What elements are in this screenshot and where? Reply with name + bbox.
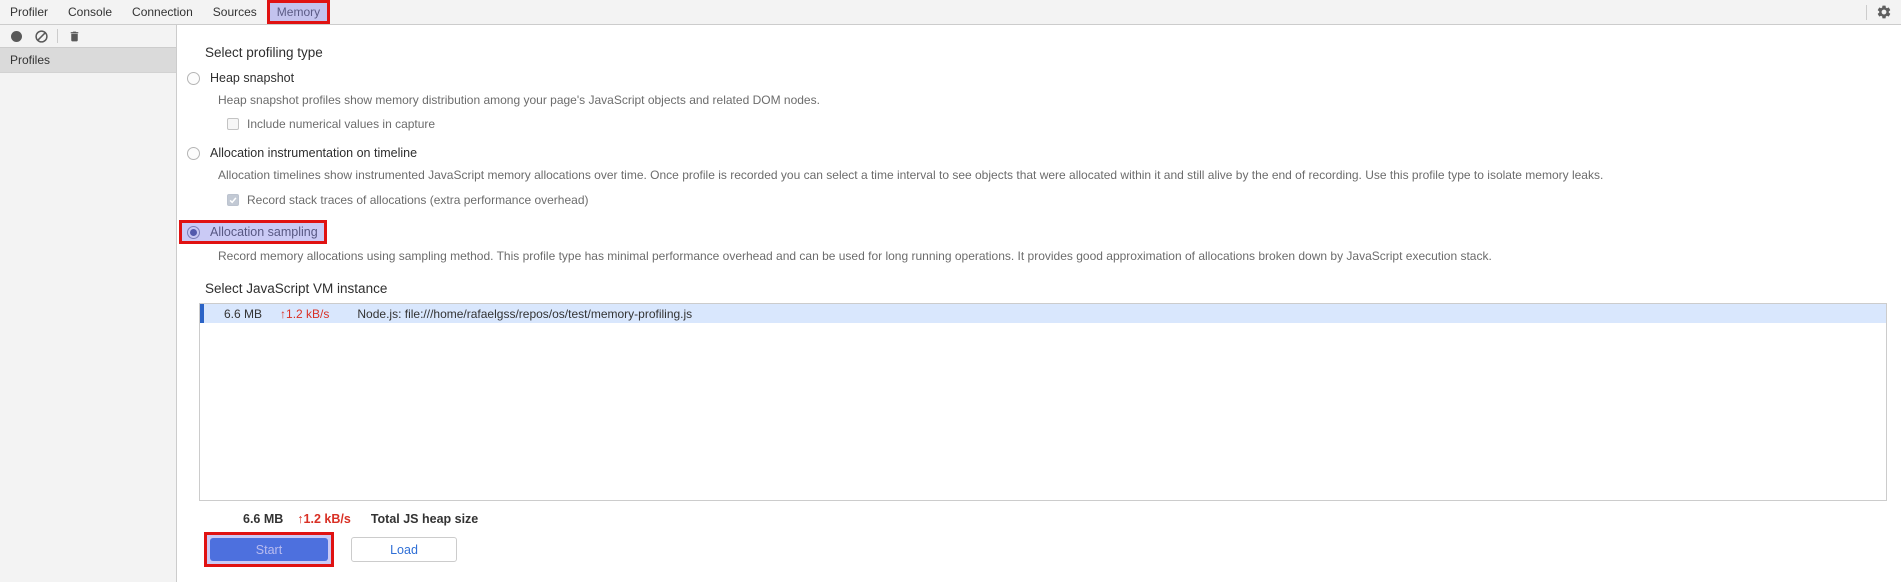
profiles-sidebar: Profiles bbox=[0, 25, 177, 582]
vm-instance-row[interactable]: 6.6 MB ↑1.2 kB/s Node.js: file:///home/r… bbox=[200, 304, 1886, 323]
total-allocation-rate: ↑1.2 kB/s bbox=[297, 512, 351, 526]
toolbar-divider bbox=[1866, 4, 1867, 20]
radio-option-allocation-instrumentation[interactable]: Allocation instrumentation on timeline bbox=[187, 146, 1887, 160]
action-buttons: Start Load bbox=[204, 532, 1887, 567]
vm-heap-size: 6.6 MB bbox=[224, 306, 263, 321]
start-button[interactable]: Start bbox=[210, 538, 328, 561]
vm-instance-list: 6.6 MB ↑1.2 kB/s Node.js: file:///home/r… bbox=[199, 303, 1887, 501]
checkbox-label[interactable]: Include numerical values in capture bbox=[247, 117, 435, 131]
load-button[interactable]: Load bbox=[351, 537, 457, 562]
record-icon[interactable] bbox=[5, 26, 27, 46]
radio-unselected-icon[interactable] bbox=[187, 146, 200, 160]
tab-memory[interactable]: Memory bbox=[266, 0, 331, 24]
total-heap-label: Total JS heap size bbox=[370, 512, 479, 526]
checkbox-record-stack-traces[interactable]: Record stack traces of allocations (extr… bbox=[227, 193, 1887, 207]
delete-icon[interactable] bbox=[63, 26, 85, 46]
tab-connection[interactable]: Connection bbox=[122, 0, 203, 24]
checkbox-label[interactable]: Record stack traces of allocations (extr… bbox=[247, 193, 589, 207]
total-heap-stats: 6.6 MB ↑1.2 kB/s Total JS heap size bbox=[243, 512, 1887, 526]
option-label[interactable]: Allocation sampling bbox=[210, 225, 318, 239]
tab-profiler[interactable]: Profiler bbox=[0, 0, 58, 24]
profiles-list-empty bbox=[0, 73, 176, 582]
option-description: Record memory allocations using sampling… bbox=[218, 249, 1492, 263]
tab-bar: Profiler Console Connection Sources Memo… bbox=[0, 0, 1901, 25]
tab-console[interactable]: Console bbox=[58, 0, 122, 24]
clear-icon[interactable] bbox=[30, 26, 52, 46]
profiles-section-header: Profiles bbox=[0, 48, 176, 73]
vm-instance-name: Node.js: file:///home/rafaelgss/repos/os… bbox=[357, 306, 693, 321]
checkbox-checked-icon[interactable] bbox=[227, 194, 239, 206]
radio-option-allocation-sampling[interactable]: Allocation sampling bbox=[179, 220, 327, 244]
devtools-window: Profiler Console Connection Sources Memo… bbox=[0, 0, 1901, 582]
memory-panel: Select profiling type Heap snapshot Heap… bbox=[177, 25, 1901, 582]
radio-selected-icon[interactable] bbox=[187, 225, 200, 239]
option-description: Allocation timelines show instrumented J… bbox=[218, 168, 1604, 182]
vm-instance-heading: Select JavaScript VM instance bbox=[205, 281, 388, 296]
option-description: Heap snapshot profiles show memory distr… bbox=[218, 93, 820, 107]
profiling-type-heading: Select profiling type bbox=[205, 45, 323, 60]
vm-allocation-rate: ↑1.2 kB/s bbox=[280, 306, 330, 321]
total-heap-size: 6.6 MB bbox=[243, 512, 284, 526]
option-label[interactable]: Allocation instrumentation on timeline bbox=[210, 146, 417, 160]
tabbar-right-controls bbox=[1866, 4, 1901, 20]
option-label[interactable]: Heap snapshot bbox=[210, 71, 294, 85]
profiles-toolbar bbox=[0, 25, 176, 48]
radio-unselected-icon[interactable] bbox=[187, 71, 200, 85]
tab-sources[interactable]: Sources bbox=[203, 0, 267, 24]
radio-option-heap-snapshot[interactable]: Heap snapshot bbox=[187, 71, 1887, 85]
annotation-box-start: Start bbox=[204, 532, 334, 567]
checkbox-unchecked-icon[interactable] bbox=[227, 118, 239, 130]
checkbox-include-numerical-values[interactable]: Include numerical values in capture bbox=[227, 117, 1887, 131]
settings-gear-icon[interactable] bbox=[1876, 4, 1892, 20]
toolbar-divider bbox=[57, 29, 58, 43]
